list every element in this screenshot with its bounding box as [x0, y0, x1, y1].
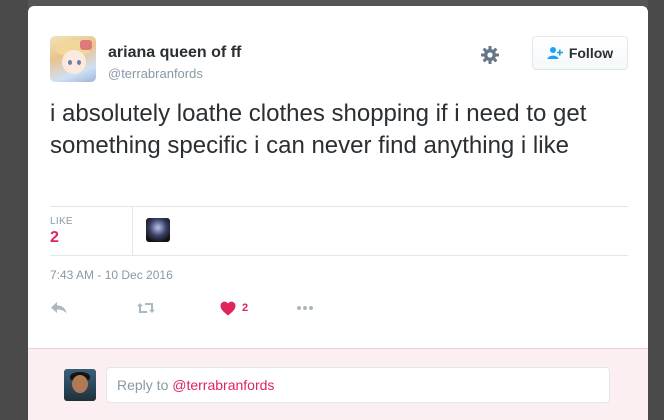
more-button[interactable] [296, 298, 314, 318]
more-icon [297, 306, 313, 310]
reply-placeholder-handle: @terrabranfords [172, 377, 275, 393]
tweet-header: ariana queen of ff @terrabranfords Follo… [50, 36, 628, 88]
avatar-bow [80, 40, 92, 50]
viewer-avatar-face [72, 375, 88, 393]
author-name[interactable]: ariana queen of ff [108, 44, 241, 62]
reply-input[interactable]: Reply to @terrabranfords [106, 367, 610, 403]
avatar-eye-right [77, 60, 81, 65]
author-handle[interactable]: @terrabranfords [108, 66, 203, 81]
reply-area: Reply to @terrabranfords [28, 348, 648, 420]
follow-button[interactable]: Follow [532, 36, 628, 70]
reply-placeholder-prefix: Reply to [117, 377, 173, 393]
likes-count: 2 [50, 229, 59, 246]
retweet-icon [137, 303, 155, 313]
tweet-stats: LIKE 2 [50, 206, 628, 256]
tweet-timestamp[interactable]: 7:43 AM - 10 Dec 2016 [50, 268, 173, 282]
reply-button[interactable] [50, 298, 68, 318]
add-user-icon [547, 47, 563, 59]
viewer-avatar [64, 369, 96, 401]
follow-label: Follow [568, 45, 614, 61]
author-avatar[interactable] [50, 36, 96, 82]
like-button[interactable]: 2 [220, 298, 248, 318]
avatar-face [62, 50, 86, 74]
likes-stat[interactable]: LIKE 2 [50, 207, 133, 255]
avatar-eye-left [68, 60, 72, 65]
retweet-button[interactable] [136, 298, 156, 318]
tweet-actions: 2 [50, 298, 350, 318]
heart-icon [220, 301, 236, 315]
like-action-count: 2 [242, 302, 249, 314]
tweet-text: i absolutely loathe clothes shopping if … [50, 100, 587, 159]
gear-icon[interactable] [480, 45, 500, 65]
background-right [648, 0, 664, 420]
tweet-card: ariana queen of ff @terrabranfords Follo… [28, 6, 648, 420]
reply-icon [51, 302, 67, 314]
liker-avatar[interactable] [146, 218, 170, 242]
likes-label: LIKE [50, 216, 73, 227]
background-left [0, 0, 28, 420]
